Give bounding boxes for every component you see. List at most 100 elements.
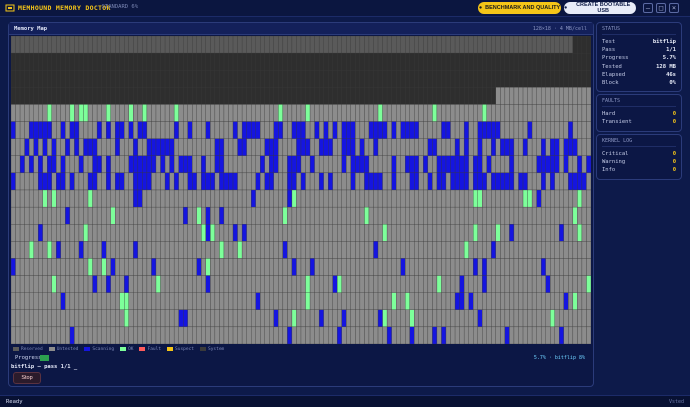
memory-cell [495,224,501,242]
memory-cell [164,87,170,105]
memory-cell [160,172,166,191]
memory-cell [341,172,347,191]
memory-cell [74,138,80,156]
memory-cell [445,87,451,105]
memory-cell [364,326,370,344]
memory-cell [28,87,34,105]
memory-cell [396,326,401,344]
memory-cell [450,52,456,71]
memory-cell [142,155,148,174]
memory-cell [169,36,175,54]
create-usb-button[interactable]: ● CREATE BOOTABLE USB [564,2,636,14]
memory-cell [205,52,211,71]
memory-cell [173,206,179,225]
memory-cell [142,309,148,328]
memory-cell [228,189,234,208]
memory-cell [513,258,519,276]
memory-cell [74,155,80,174]
memory-cell [541,155,546,174]
memory-cell [545,258,551,276]
memory-cell [124,138,129,156]
memory-cell [577,309,583,328]
memory-cell [214,206,220,225]
memory-cell [314,87,320,105]
memory-cell [350,36,356,54]
memory-cell [504,241,510,259]
memory-cell [192,241,197,259]
memory-cell [441,52,447,71]
legend-item: Untested [48,347,78,352]
memory-cell [554,241,560,259]
memory-cell [278,258,284,276]
memory-cell [56,309,61,328]
memory-cell [160,52,166,71]
memory-cell [391,172,397,191]
memory-cell [373,87,379,105]
memory-cell [454,275,460,293]
memory-cell [269,172,274,191]
minimize-button[interactable]: – [643,3,653,13]
fault-key: Hard [602,111,616,117]
memory-cell [550,258,555,276]
memory-cell [24,189,30,208]
memory-cell [359,309,365,328]
memory-cell [436,189,442,208]
memory-cell [241,275,247,293]
memory-cell [137,121,143,139]
memory-cell [155,309,161,328]
memory-cell [513,36,519,54]
memory-cell [192,275,197,293]
memory-cell [106,138,111,156]
memory-cell [51,121,57,139]
close-button[interactable]: × [669,3,679,13]
memory-cell [164,36,170,54]
memory-cell [436,206,442,225]
memory-cell [164,206,170,225]
memory-cell [56,292,61,310]
memory-cell [396,258,401,276]
memory-cell [550,36,555,54]
memory-cell [38,258,43,276]
memory-cell [414,241,419,259]
memory-cell [541,87,546,105]
memory-cell [554,326,560,344]
memory-cell [78,309,84,328]
benchmark-button[interactable]: ● BENCHMARK AND QUALITY [478,2,561,14]
memory-cell [237,326,243,344]
memory-cell [341,275,347,293]
memory-cell [246,104,252,122]
memory-cell [264,326,270,344]
memory-cell [318,70,324,88]
memory-cell [69,275,75,293]
memory-cell [74,206,80,225]
memory-cell [586,241,591,259]
memory-cell [350,224,356,242]
memory-cell [210,70,216,88]
memory-cell [400,52,406,71]
memory-cell [287,206,293,225]
memory-cell [368,172,374,191]
memory-cell [368,70,374,88]
memory-cell [251,292,256,310]
memory-cell [572,206,578,225]
memory-cell [577,104,583,122]
memory-cell [346,309,351,328]
memory-cell [536,104,542,122]
memory-cell [38,155,43,174]
memory-cell [69,309,75,328]
maximize-button[interactable]: □ [656,3,666,13]
memory-cell [423,155,429,174]
memory-cell [296,104,302,122]
memory-cell [124,70,129,88]
memory-cell [386,241,392,259]
memory-cell [115,189,120,208]
memory-cell [115,172,120,191]
memory-cell [450,138,456,156]
status-value: 5.7% [662,55,676,62]
memory-cell [119,172,125,191]
memory-cell [146,172,152,191]
status-title: STATUS [602,26,676,35]
stop-button[interactable]: Stop [13,372,41,384]
memory-cell [169,52,175,71]
memory-cell [531,275,537,293]
